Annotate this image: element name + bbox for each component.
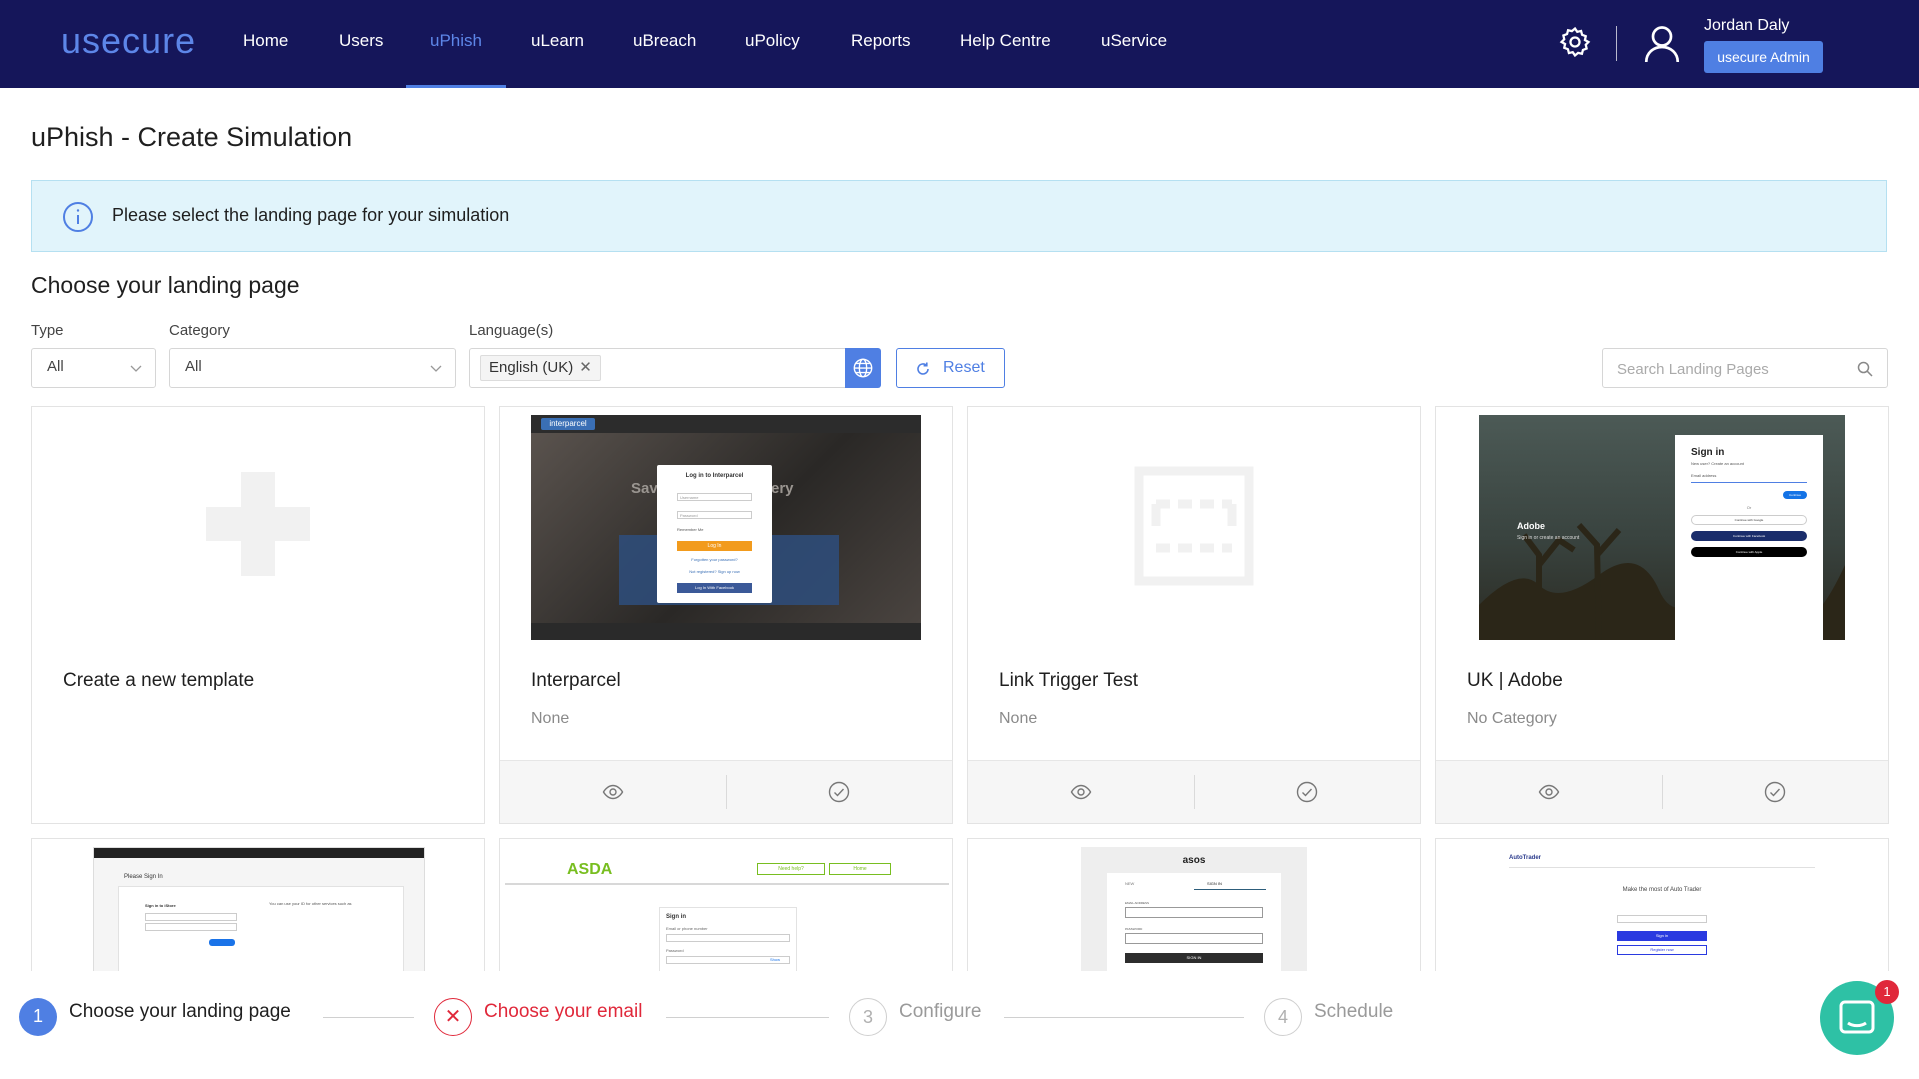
category-select[interactable]: All xyxy=(169,348,456,388)
card-category: None xyxy=(531,710,570,727)
page-title: uPhish - Create Simulation xyxy=(31,122,353,152)
step-3-circle[interactable]: 3 xyxy=(849,998,887,1036)
category-select-value: All xyxy=(185,358,202,375)
type-label: Type xyxy=(31,322,64,339)
card-title: Interparcel xyxy=(531,670,621,691)
step-connector xyxy=(1004,1017,1244,1018)
nav-ulearn[interactable]: uLearn xyxy=(531,31,584,51)
nav-upolicy[interactable]: uPolicy xyxy=(745,31,800,51)
language-tag: English (UK) ✕ xyxy=(480,355,601,381)
info-banner: Please select the landing page for your … xyxy=(31,180,1887,252)
landing-page-card[interactable]: Link Trigger Test None xyxy=(967,406,1421,824)
chevron-down-icon xyxy=(430,365,442,372)
create-template-card[interactable]: Create a new template xyxy=(31,406,485,824)
chat-notification-badge: 1 xyxy=(1875,980,1899,1004)
step-1-circle[interactable]: 1 xyxy=(19,998,57,1036)
step-3-label[interactable]: Configure xyxy=(899,1001,981,1023)
template-placeholder-icon xyxy=(1134,466,1254,586)
language-label: Language(s) xyxy=(469,322,554,339)
language-globe-button[interactable] xyxy=(845,348,881,388)
asda-thumbnail: ASDA Need help? Home Sign in Email or ph… xyxy=(505,847,949,987)
usecure-logo[interactable]: usecure xyxy=(61,20,196,62)
asos-thumbnail: asos NEW SIGN IN EMAIL ADDRESS PASSWORD … xyxy=(1081,847,1307,987)
adobe-thumbnail: Adobe Sign in or create an account Sign … xyxy=(1479,415,1845,640)
info-message: Please select the landing page for your … xyxy=(112,205,510,225)
nav-divider xyxy=(1616,26,1617,61)
check-circle-icon[interactable] xyxy=(1764,781,1786,803)
interparcel-thumbnail: interparcel Save ery Log in to Interparc… xyxy=(531,415,921,640)
nav-uservice[interactable]: uService xyxy=(1101,31,1167,51)
autotrader-thumbnail: AutoTrader Make the most of Auto Trader … xyxy=(1509,847,1815,987)
user-role-badge: usecure Admin xyxy=(1704,41,1823,73)
eye-icon[interactable] xyxy=(1070,781,1092,803)
user-name[interactable]: Jordan Daly xyxy=(1704,17,1789,35)
placeholder-thumbnail xyxy=(999,415,1389,640)
landing-page-card[interactable]: interparcel Save ery Log in to Interparc… xyxy=(499,406,953,824)
nav-reports[interactable]: Reports xyxy=(851,31,911,51)
card-category: No Category xyxy=(1467,710,1557,727)
apple-thumbnail: Please Sign In Sign in to iStore You can… xyxy=(93,847,425,987)
type-select-value: All xyxy=(47,358,64,375)
reset-button[interactable]: Reset xyxy=(896,348,1005,388)
category-label: Category xyxy=(169,322,230,339)
eye-icon[interactable] xyxy=(602,781,624,803)
card-actions xyxy=(1436,760,1888,823)
nav-uphish[interactable]: uPhish xyxy=(430,31,482,51)
step-1-label[interactable]: Choose your landing page xyxy=(69,1001,291,1023)
nav-users[interactable]: Users xyxy=(339,31,383,51)
card-title: UK | Adobe xyxy=(1467,670,1563,691)
info-icon xyxy=(63,202,93,232)
active-tab-indicator xyxy=(406,85,506,88)
type-select[interactable]: All xyxy=(31,348,156,388)
gear-icon[interactable] xyxy=(1558,25,1592,59)
create-template-label: Create a new template xyxy=(63,670,255,691)
check-circle-icon[interactable] xyxy=(1296,781,1318,803)
section-title: Choose your landing page xyxy=(31,272,300,298)
action-divider xyxy=(1662,775,1663,809)
step-connector xyxy=(323,1017,414,1018)
card-actions xyxy=(968,760,1420,823)
top-navigation: usecure Home Users uPhish uLearn uBreach… xyxy=(0,0,1919,88)
search-input[interactable] xyxy=(1615,357,1849,381)
search-icon[interactable] xyxy=(1857,361,1873,377)
card-actions xyxy=(500,760,952,823)
nav-help-centre[interactable]: Help Centre xyxy=(960,31,1051,51)
user-icon[interactable] xyxy=(1644,24,1680,64)
step-2-label[interactable]: Choose your email xyxy=(484,1001,642,1023)
eye-icon[interactable] xyxy=(1538,781,1560,803)
language-select[interactable]: English (UK) ✕ xyxy=(469,348,846,388)
card-title: Link Trigger Test xyxy=(999,670,1139,691)
refresh-icon xyxy=(917,362,929,375)
language-tag-label: English (UK) xyxy=(489,359,574,376)
step-4-circle[interactable]: 4 xyxy=(1264,998,1302,1036)
action-divider xyxy=(1194,775,1195,809)
nav-ubreach[interactable]: uBreach xyxy=(633,31,696,51)
reset-label: Reset xyxy=(943,359,985,376)
globe-icon xyxy=(853,358,873,378)
action-divider xyxy=(726,775,727,809)
plus-icon-bar xyxy=(206,507,310,541)
search-landing-pages[interactable] xyxy=(1602,348,1888,388)
card-category: None xyxy=(999,710,1038,727)
step-4-label[interactable]: Schedule xyxy=(1314,1001,1393,1023)
chevron-down-icon xyxy=(130,365,142,372)
nav-home[interactable]: Home xyxy=(243,31,288,51)
wizard-stepper: 1 Choose your landing page ✕ Choose your… xyxy=(0,971,1919,1079)
check-circle-icon[interactable] xyxy=(828,781,850,803)
remove-tag-icon[interactable]: ✕ xyxy=(579,359,592,376)
step-2-error-icon[interactable]: ✕ xyxy=(434,998,472,1036)
chat-icon xyxy=(1839,1000,1875,1034)
step-connector xyxy=(666,1017,829,1018)
landing-page-card[interactable]: Adobe Sign in or create an account Sign … xyxy=(1435,406,1889,824)
